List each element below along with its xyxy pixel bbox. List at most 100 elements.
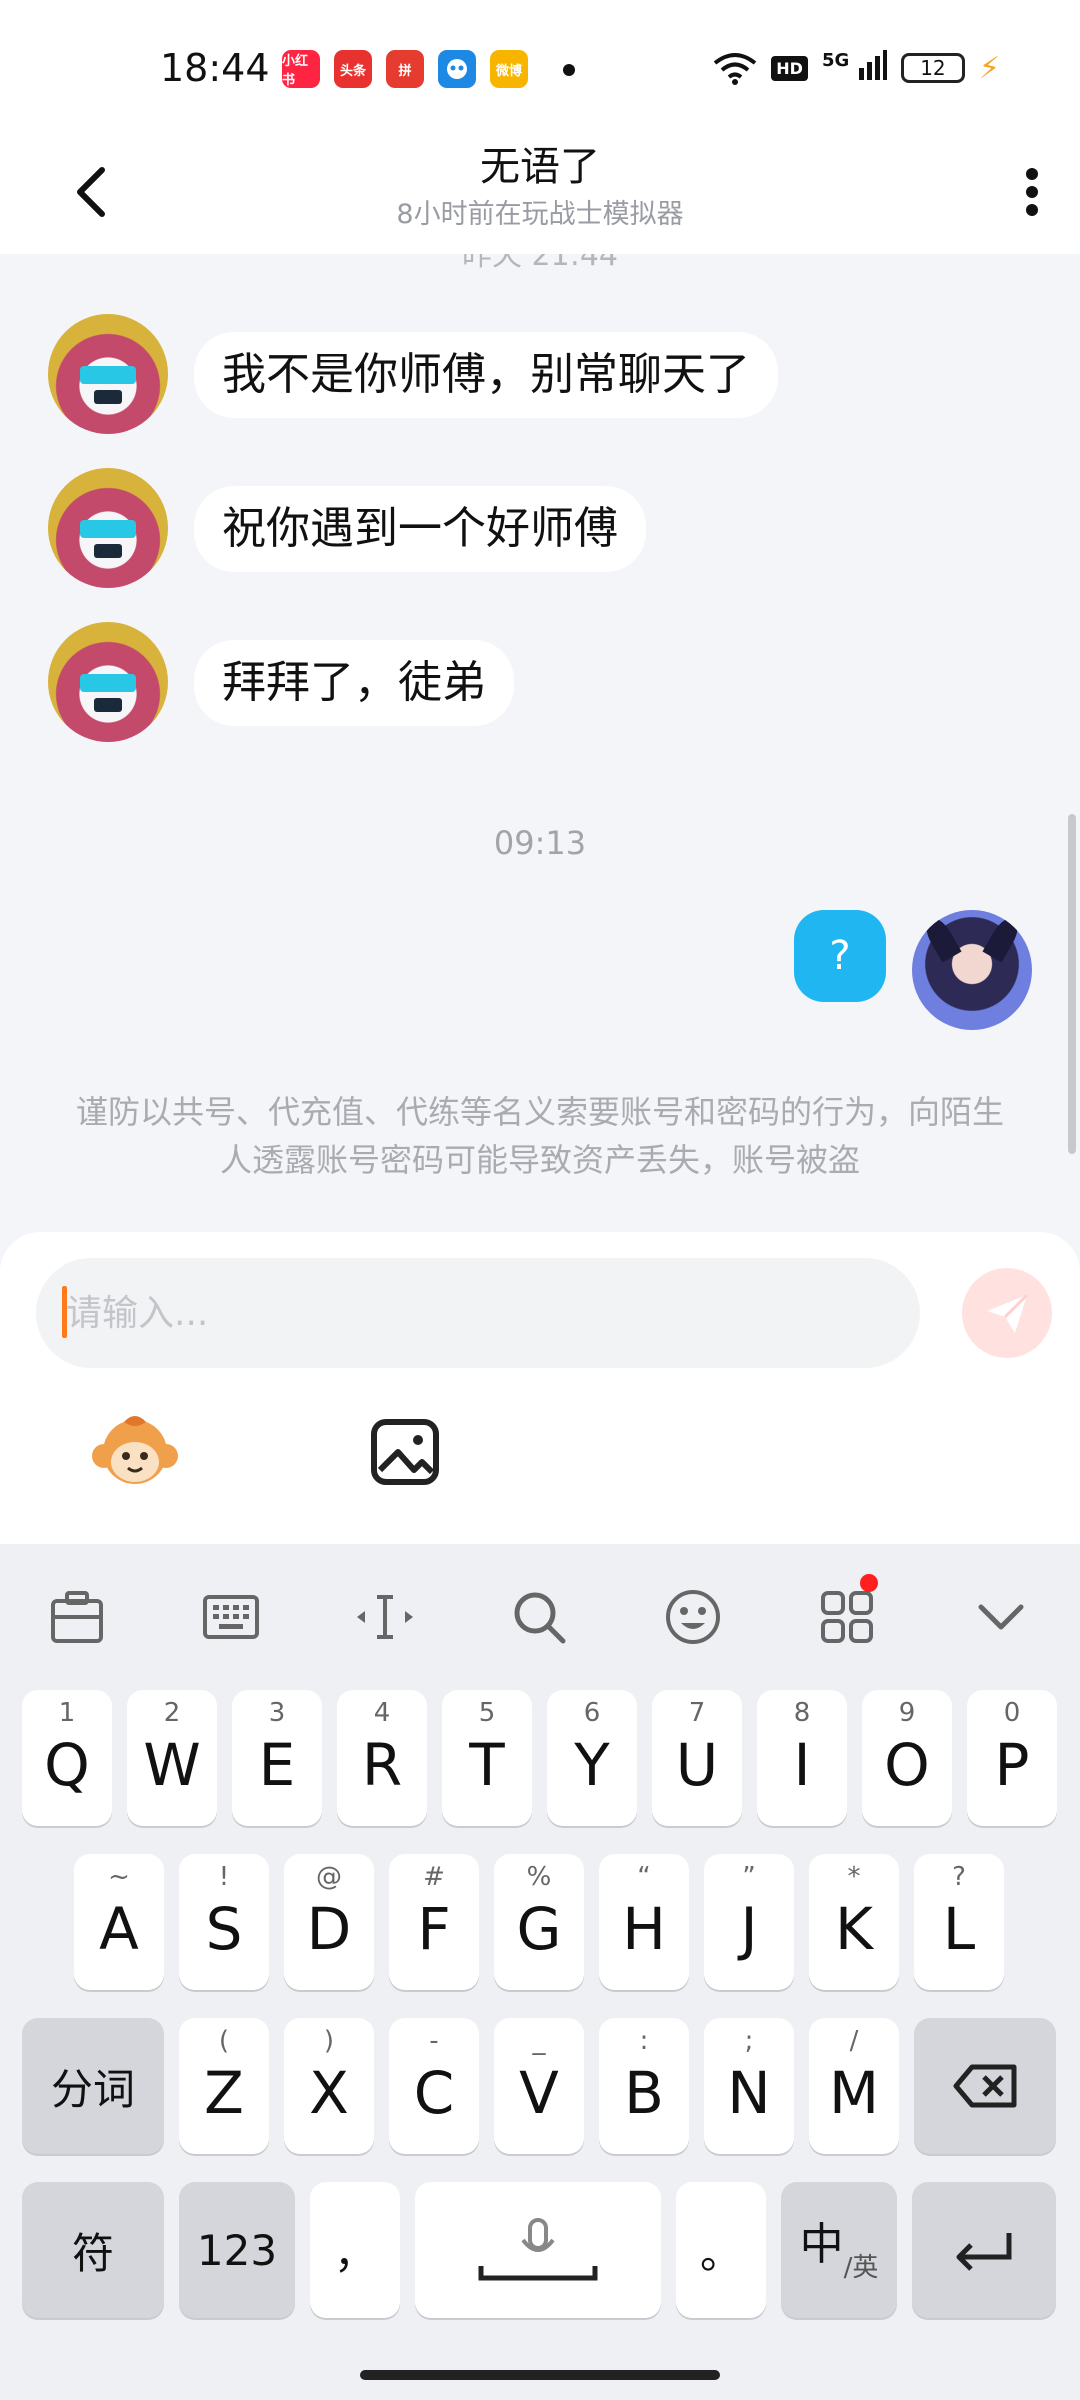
key-sub-label: “ (637, 1862, 651, 1892)
timestamp-divider: 昨天 21:44 (462, 254, 618, 273)
home-indicator[interactable] (360, 2370, 720, 2380)
more-options-button[interactable] (1002, 152, 1062, 232)
key-o[interactable]: 9O (862, 1690, 952, 1826)
key-d[interactable]: @ D (284, 1854, 374, 1990)
image-icon (371, 1419, 439, 1485)
key-i[interactable]: 8I (757, 1690, 847, 1826)
key-sub-label: ” (742, 1862, 756, 1892)
cursor-move-icon (357, 1595, 413, 1639)
key-n[interactable]: ; N (704, 2018, 794, 2154)
key-label: W (143, 1731, 201, 1799)
key-z[interactable]: (Z (179, 2018, 269, 2154)
battery-level: 12 (920, 56, 946, 80)
numbers-key[interactable]: 123 (179, 2182, 295, 2318)
sticker-button[interactable] (90, 1412, 180, 1492)
comma-key[interactable]: ， (310, 2182, 400, 2318)
collapse-keyboard-button[interactable] (966, 1582, 1036, 1652)
key-y[interactable]: 6Y (547, 1690, 637, 1826)
enter-key[interactable] (912, 2182, 1056, 2318)
key-a[interactable]: ~ A (74, 1854, 164, 1990)
hd-icon: HD (771, 55, 808, 81)
more-notifications-dot (563, 64, 575, 76)
notification-icons: 小红书 头条 拼 微博 (282, 50, 528, 88)
segment-key[interactable]: 分词 (22, 2018, 164, 2154)
key-s[interactable]: ! S (179, 1854, 269, 1990)
clipboard-icon (51, 1591, 103, 1643)
cursor-move-button[interactable] (350, 1582, 420, 1652)
keyboard: 1Q 2W 3E 4R 5T 6Y 7U 8I 9O 0P ~ A ! S @ D #… (0, 1544, 1080, 2400)
contact-avatar[interactable] (48, 314, 168, 434)
key-label: O (884, 1731, 930, 1799)
key-sub-label: 1 (58, 1698, 76, 1728)
my-avatar[interactable] (912, 910, 1032, 1030)
contact-avatar[interactable] (48, 622, 168, 742)
key-w[interactable]: 2W (127, 1690, 217, 1826)
key-sub-label: @ (316, 1862, 342, 1892)
key-c[interactable]: -C (389, 2018, 479, 2154)
key-label: L (942, 1895, 976, 1963)
key-sub-label: 6 (583, 1698, 601, 1728)
key-sub-label: 7 (688, 1698, 706, 1728)
key-f[interactable]: # F (389, 1854, 479, 1990)
key-m[interactable]: / M (809, 2018, 899, 2154)
key-b[interactable]: :B (599, 2018, 689, 2154)
pinduoduo-icon: 拼 (386, 50, 424, 88)
message-bubble[interactable]: 祝你遇到一个好师傅 (194, 486, 646, 572)
message-bubble[interactable]: 拜拜了，徒弟 (194, 640, 514, 726)
wifi-icon (714, 53, 757, 85)
key-x[interactable]: ) X (284, 2018, 374, 2154)
key-label: S (205, 1895, 243, 1963)
symbol-key[interactable]: 符 (22, 2182, 164, 2318)
space-key[interactable] (415, 2182, 661, 2318)
key-j[interactable]: ” J (704, 1854, 794, 1990)
key-sub-label: ~ (108, 1862, 130, 1892)
key-label: N (727, 2059, 771, 2127)
key-r[interactable]: 4R (337, 1690, 427, 1826)
keyboard-search-button[interactable] (504, 1582, 574, 1652)
message-list[interactable]: 昨天 21:44 我不是你师傅，别常聊天了 祝你遇到一个好师傅 拜拜了，徒弟 0… (0, 254, 1080, 1234)
key-l[interactable]: ? L (914, 1854, 1004, 1990)
backspace-key[interactable] (914, 2018, 1056, 2154)
key-h[interactable]: “H (599, 1854, 689, 1990)
key-t[interactable]: 5T (442, 1690, 532, 1826)
image-picker-button[interactable] (366, 1412, 446, 1492)
contact-avatar[interactable] (48, 468, 168, 588)
key-e[interactable]: 3E (232, 1690, 322, 1826)
send-button[interactable] (962, 1268, 1052, 1358)
key-label: I (793, 1731, 811, 1799)
robot-app-icon (438, 50, 476, 88)
key-label: Z (204, 2059, 244, 2127)
more-vertical-icon (1026, 168, 1038, 216)
key-u[interactable]: 7U (652, 1690, 742, 1826)
status-time: 18:44 (160, 46, 270, 90)
key-label: A (99, 1895, 139, 1963)
key-label: U (675, 1731, 719, 1799)
apps-grid-button[interactable] (812, 1574, 882, 1652)
language-toggle-key[interactable]: 中 /英 (781, 2182, 897, 2318)
key-p[interactable]: 0P (967, 1690, 1057, 1826)
key-label: K (834, 1895, 874, 1963)
key-sub-label: : (639, 2026, 649, 2056)
key-label: D (306, 1895, 352, 1963)
key-label: X (309, 2059, 349, 2127)
key-sub-label: * (847, 1862, 861, 1892)
emoji-button[interactable] (658, 1582, 728, 1652)
message-bubble-outgoing[interactable]: ? (794, 910, 886, 1002)
period-key[interactable]: 。 (676, 2182, 766, 2318)
key-g[interactable]: % G (494, 1854, 584, 1990)
keyboard-switch-button[interactable] (196, 1582, 266, 1652)
key-k[interactable]: * K (809, 1854, 899, 1990)
key-label: M (828, 2059, 880, 2127)
message-input[interactable] (36, 1258, 920, 1368)
scrollbar[interactable] (1068, 814, 1076, 1154)
network-label: 5G (821, 50, 850, 71)
key-label: Y (574, 1731, 610, 1799)
key-v[interactable]: _ V (494, 2018, 584, 2154)
key-label: P (994, 1731, 1030, 1799)
clipboard-button[interactable] (42, 1582, 112, 1652)
message-bubble[interactable]: 我不是你师傅，别常聊天了 (194, 332, 778, 418)
emoji-icon (666, 1590, 720, 1644)
key-q[interactable]: 1Q (22, 1690, 112, 1826)
lang-sub-label: /英 (843, 2252, 879, 2283)
status-bar: 18:44 小红书 头条 拼 微博 HD 5G 12 ⚡ (0, 0, 1080, 130)
